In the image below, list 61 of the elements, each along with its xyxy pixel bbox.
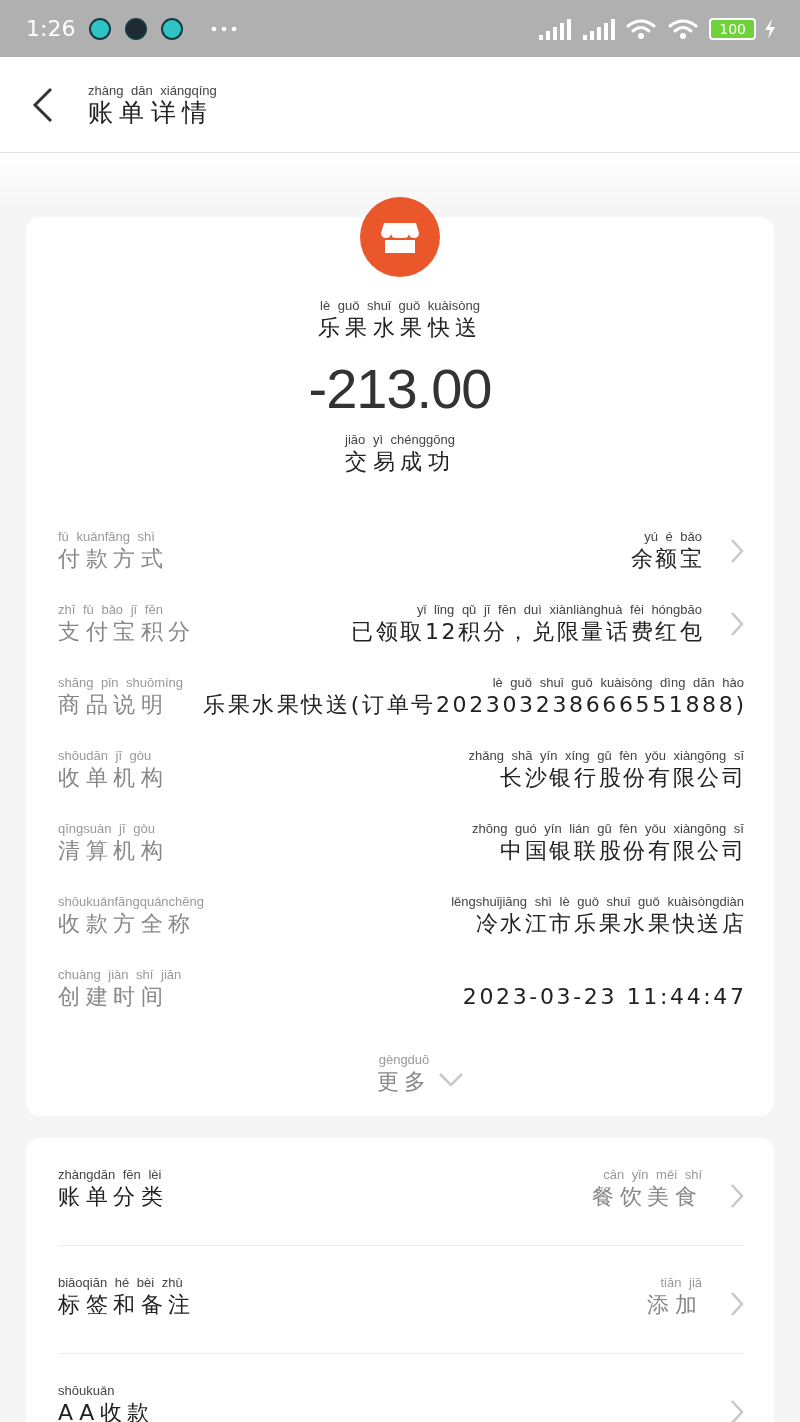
back-icon[interactable] [32,86,54,123]
more-notifications-icon [211,25,238,32]
label-pinyin: shōudān jī gòu [58,747,152,764]
more-pinyin: gèngduō [378,1051,430,1068]
chevron-right-icon[interactable] [730,610,744,637]
merchant-name: 乐果水果快送 [317,314,483,342]
merchant-pinyin: lè guǒ shuǐ guǒ kuàisòng [320,297,480,314]
value-pinyin: lěngshuǐjiāng shì lè guǒ shuǐ guǒ kuàisòngdiàn [451,893,744,910]
detail-value: 2023-03-23 11:44:47 [462,983,747,1011]
value-pinyin: zhǎng shā yín xíng gǔ fèn yǒu xiàngōng sī [468,747,744,764]
detail-label: 收单机构 [58,764,168,792]
label-pinyin: shāng pǐn shuōmíng [58,674,184,691]
status-pinyin: jiāo yì chénggōng [345,431,455,448]
amount: -213.00 [308,356,492,421]
detail-label: 支付宝积分 [58,618,196,646]
option-label[interactable]: 账单分类 [58,1183,168,1211]
charging-icon [764,18,776,39]
signal-icon [581,16,618,41]
detail-label: 清算机构 [58,837,168,865]
transaction-status: 交易成功 [345,448,455,476]
chevron-right-icon[interactable] [730,1399,744,1422]
detail-label: 创建时间 [58,983,168,1011]
option-label[interactable]: 标签和备注 [58,1291,196,1319]
value-pinyin: tiān jiā [660,1274,702,1291]
value-pinyin: zhōng guó yín lián gǔ fèn yǒu xiàngōng sī [472,820,744,837]
chevron-down-icon[interactable] [437,1072,464,1088]
detail-value: 乐果水果快送(订单号202303238666551888) [202,691,747,719]
option-value: 餐饮美食 [592,1183,702,1211]
label-pinyin: zhī fù bǎo jī fēn [58,601,163,618]
detail-label: 收款方全称 [58,910,196,938]
detail-value: 冷水江市乐果水果快送店 [475,910,747,938]
value-pinyin: cān yǐn měi shí [603,1166,702,1183]
app-notification-icon [161,17,184,40]
app-notification-icon [125,17,148,40]
detail-value: 已领取12积分，兑限量话费红包 [351,618,705,646]
value-pinyin: yú é bǎo [644,528,702,545]
page-title: 账单详情 [88,99,213,127]
label-pinyin: fù kuǎnfāng shì [58,528,155,545]
app-notification-icon [89,17,112,40]
label-pinyin: biāoqiān hé bèi zhù [58,1274,183,1291]
detail-label: 付款方式 [58,545,168,573]
signal-icon [537,16,574,41]
battery-indicator: 100 [709,17,756,40]
label-pinyin: qīngsuàn jī gòu [58,820,155,837]
label-pinyin: shōukuǎn [58,1382,115,1399]
title-pinyin: zhàng dān xiángqíng [88,82,217,99]
option-value: 添加 [647,1291,702,1319]
detail-value: 中国银联股份有限公司 [500,837,747,865]
label-pinyin: shōukuǎnfāngquánchēng [58,893,205,910]
chevron-right-icon[interactable] [730,537,744,564]
detail-label: 商品说明 [58,691,168,719]
chevron-right-icon[interactable] [730,1183,744,1209]
more-link[interactable]: 更多 [376,1068,432,1096]
chevron-right-icon[interactable] [730,1291,744,1317]
detail-value: 余额宝 [630,545,705,573]
value-pinyin: yǐ lǐng qǔ jī fēn duì xiànliànghuà fèi hóngbāo [417,601,702,618]
label-pinyin: chuàng jiàn shí jiān [58,966,182,983]
label-pinyin: zhàngdān fēn lèi [58,1166,162,1183]
detail-value: 长沙银行股份有限公司 [500,764,747,792]
value-pinyin: lè guǒ shuǐ guǒ kuàisòng dìng dān hào [492,674,744,691]
status-time: 1:26 [26,16,76,41]
